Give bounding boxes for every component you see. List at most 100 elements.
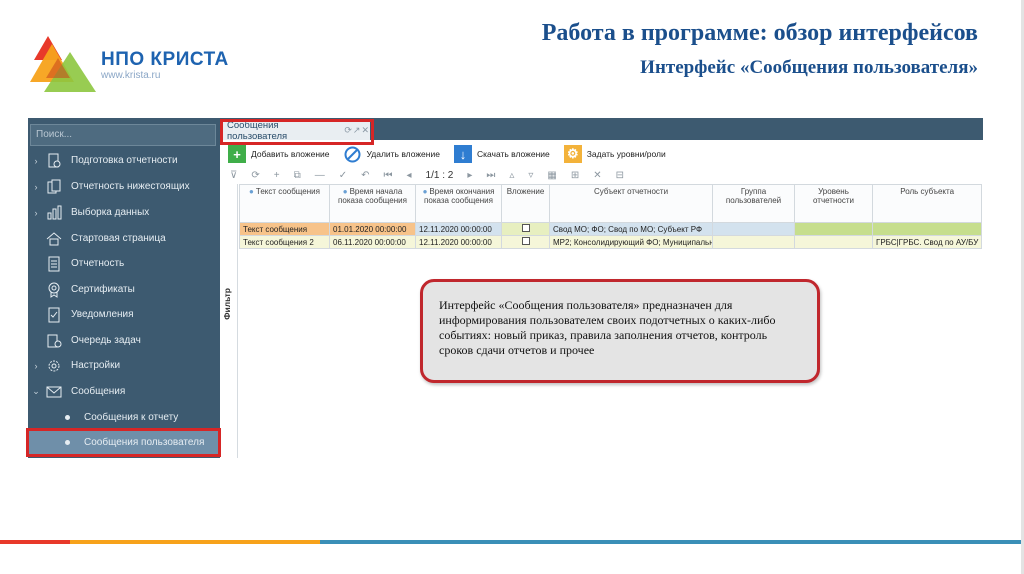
sidebar-item-settings[interactable]: › Настройки [28,353,220,378]
chevron-right-icon: › [34,181,38,192]
table-cell: ГРБС|ГРБС. Свод по АУ/БУ [871,235,983,249]
first-page-icon[interactable]: ⏮ [383,170,392,181]
plus-icon: + [228,145,246,163]
check-icon[interactable]: ✓ [339,170,347,181]
secondary-toolbar: ⊽ ⟳ + ⧉ — ✓ ↶ ⏮ ◂ 1/1 : 2 ▸ ⏭ ▵ ▿ ▦ ⊞ ✕ … [220,166,983,184]
table-cell: Текст сообщения [239,222,330,236]
delete-attachment-label: Удалить вложение [366,149,440,159]
chevron-right-icon: › [34,155,38,166]
sidebar-item-label: Очередь задач [71,335,141,346]
download-attachment-button[interactable]: ↓ Скачать вложение [453,145,550,163]
filter-label: Фильтр [222,288,232,320]
sidebar-item-label: Настройки [71,360,121,371]
bullet-icon [65,414,70,420]
sidebar-item-reporting[interactable]: Отчетность [28,251,220,276]
sidebar-item-report-prep[interactable]: › Подготовка отчетности [28,148,220,173]
columns-icon[interactable]: ⊞ [571,170,579,181]
last-page-icon[interactable]: ⏭ [486,170,495,181]
sidebar-item-subordinate-reports[interactable]: › Отчетность нижестоящих [28,174,220,199]
certificate-icon [45,281,63,299]
logo-url: www.krista.ru [101,70,161,81]
table-cell: 01.01.2020 00:00:00 [329,222,416,236]
sidebar-item-notifications[interactable]: Уведомления [28,302,220,327]
attachment-cell [501,222,550,236]
table-cell: 12.11.2020 00:00:00 [415,235,502,249]
filter-panel[interactable]: Фильтр [220,184,238,458]
table-cell: 06.11.2020 00:00:00 [329,235,416,249]
table-cell: Свод МО; ФО; Свод по МО; Субъект РФ [549,222,713,236]
table-cell [871,222,983,236]
table-cell: МР2; Консолидирующий ФО; Муниципальный [549,235,713,249]
sidebar-item-label: Отчетность нижестоящих [71,181,190,192]
sidebar-item-certificates[interactable]: Сертификаты [28,277,220,302]
column-header[interactable]: ● Время окончания показа сообщения [415,184,502,223]
sidebar-item-label: Выборка данных [71,207,150,218]
sidebar-subitem-label: Сообщения к отчету [84,411,179,423]
description-callout: Интерфейс «Сообщения пользователя» предн… [420,279,820,383]
gear-icon: ⚙ [563,145,582,163]
add-icon[interactable]: + [274,170,280,181]
bottom-divider [0,540,1024,544]
sidebar-item-task-queue[interactable]: Очередь задач [28,328,220,353]
column-header[interactable]: ● Текст сообщения [239,184,330,223]
column-header[interactable]: Группа пользователей [712,184,795,223]
attachment-checkbox[interactable] [521,224,530,232]
table-row[interactable]: Текст сообщения 01.01.2020 00:00:00 12.1… [239,222,983,236]
filter-icon[interactable]: ⊽ [230,170,237,181]
cancel-icon[interactable]: ↶ [361,170,369,181]
attachment-checkbox[interactable] [521,237,530,245]
table-cell [712,235,795,249]
callout-text: Интерфейс «Сообщения пользователя» предн… [439,298,776,357]
logo-triangles-icon [30,36,96,92]
clear-filter-icon[interactable]: ✕ [593,170,601,181]
chevron-down-icon: ⌄ [32,386,40,396]
column-header[interactable]: Уровень отчетности [794,184,873,223]
gear-icon [45,357,63,375]
remove-icon[interactable]: — [315,170,325,181]
export-icon[interactable]: ⊟ [616,170,624,181]
chevron-right-icon: › [34,207,38,218]
sort-down-icon[interactable]: ▿ [528,170,533,181]
delete-icon [344,145,362,163]
sidebar-item-start-page[interactable]: Стартовая страница [28,226,220,251]
sidebar-item-label: Отчетность [71,258,125,269]
refresh-icon[interactable]: ⟳ [251,170,259,181]
document-gear-icon [45,152,63,170]
add-attachment-button[interactable]: + Добавить вложение [228,145,330,163]
sort-up-icon[interactable]: ▵ [509,170,514,181]
page-subtitle: Интерфейс «Сообщения пользователя» [640,57,978,78]
highlight-menu-frame [26,428,221,457]
sidebar-subitem-report-messages[interactable]: Сообщения к отчету [28,405,220,429]
table-cell [712,222,795,236]
highlight-tab-frame [220,119,374,145]
next-page-icon[interactable]: ▸ [467,170,472,181]
envelope-icon [45,383,63,401]
column-header[interactable]: Субъект отчетности [549,184,713,223]
sidebar-item-messages[interactable]: ⌄ Сообщения [28,379,220,404]
column-header[interactable]: ● Время начала показа сообщения [329,184,416,223]
prev-page-icon[interactable]: ◂ [406,170,411,181]
search-input[interactable]: Поиск... [30,124,216,146]
sidebar-item-data-selection[interactable]: › Выборка данных [28,200,220,225]
toolbar: + Добавить вложение Удалить вложение ↓ С… [220,142,983,166]
copy-icon[interactable]: ⧉ [294,170,301,181]
attachment-cell [501,235,550,249]
column-header[interactable]: Роль субъекта [871,184,983,223]
home-icon [45,230,63,248]
column-header[interactable]: Вложение [501,184,550,223]
table-cell: Текст сообщения 2 [239,235,330,249]
set-levels-label: Задать уровни/роли [586,149,666,159]
page-info: 1/1 : 2 [425,169,454,181]
task-queue-icon [45,332,63,350]
grid-icon[interactable]: ▦ [547,170,556,181]
table-row[interactable]: Текст сообщения 2 06.11.2020 00:00:00 12… [239,235,983,249]
bar-chart-icon [45,204,63,222]
set-levels-button[interactable]: ⚙ Задать уровни/роли [563,145,666,163]
delete-attachment-button[interactable]: Удалить вложение [344,145,440,163]
sidebar-item-label: Сообщения [71,386,126,397]
sidebar-item-label: Сертификаты [71,284,135,295]
messages-table: ● Текст сообщения ● Время начала показа со… [239,184,983,249]
table-cell [794,222,873,236]
table-cell: 12.11.2020 00:00:00 [415,222,502,236]
table-cell [794,235,873,249]
